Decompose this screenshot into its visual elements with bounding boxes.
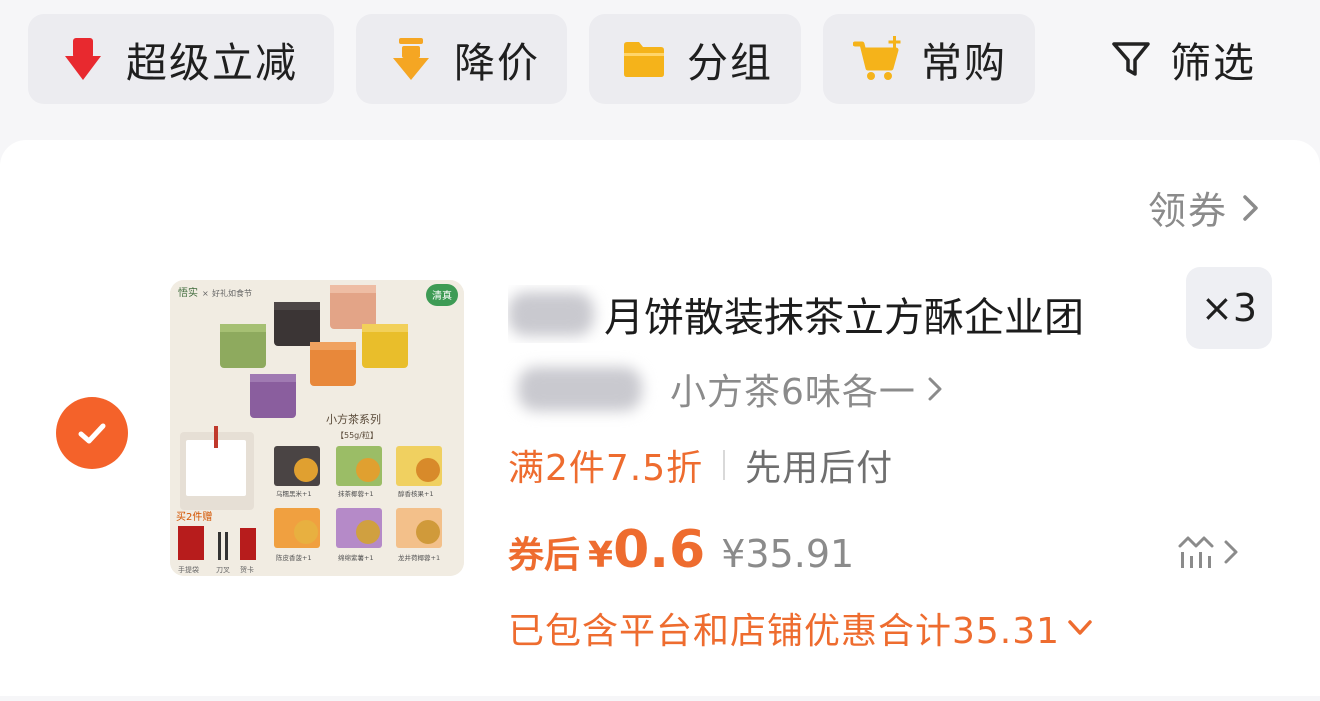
chevron-down-icon: [1068, 620, 1092, 635]
cart-plus-icon: [853, 34, 903, 84]
chip-label-group: 分组: [687, 39, 773, 87]
price-trend-icon: [1178, 536, 1214, 568]
redacted-brand: [508, 292, 594, 336]
svg-text:醇香核果+1: 醇香核果+1: [398, 489, 434, 498]
item-select-checkbox[interactable]: [56, 397, 128, 469]
original-price: ¥35.91: [721, 532, 855, 576]
group-chip[interactable]: 分组: [589, 14, 801, 104]
svg-text:悟实: 悟实: [178, 286, 198, 299]
price-drop-chip[interactable]: 降价: [356, 14, 567, 104]
final-price: 0.6: [613, 520, 706, 580]
funnel-icon: [1108, 36, 1154, 82]
filter-label: 筛选: [1170, 39, 1256, 87]
yellow-arrow-down-icon: [386, 34, 436, 84]
get-coupon-link[interactable]: 领券: [1148, 180, 1262, 235]
svg-text:好礼如食节: 好礼如食节: [212, 288, 252, 298]
folder-icon: [619, 34, 669, 84]
cart-item-card: 领券 悟实 × 好礼如食节 清真 小方茶系列 【55g/粒】 买2件赠 手提袋 …: [0, 140, 1320, 696]
svg-text:【55g/粒】: 【55g/粒】: [336, 430, 378, 440]
svg-text:手提袋: 手提袋: [178, 565, 199, 574]
redacted-sku-prefix: [518, 367, 642, 411]
sku-selector[interactable]: 小方茶6味各一: [518, 362, 946, 416]
svg-text:陈皮香菠+1: 陈皮香菠+1: [276, 553, 312, 562]
price-row: 券后 ¥ 0.6 ¥35.91: [508, 520, 854, 584]
quantity-badge[interactable]: ×3: [1186, 267, 1272, 349]
product-image[interactable]: 悟实 × 好礼如食节 清真 小方茶系列 【55g/粒】 买2件赠 手提袋 刀叉 …: [170, 280, 464, 576]
chevron-right-icon: [928, 377, 942, 401]
promo-row: 满2件7.5折 先用后付: [508, 438, 893, 492]
checkmark-icon: [78, 423, 106, 444]
chip-label-super: 超级立减: [126, 39, 298, 87]
svg-text:小方茶系列: 小方茶系列: [326, 412, 381, 426]
quantity-text: ×3: [1200, 286, 1258, 330]
frequent-buy-chip[interactable]: 常购: [823, 14, 1035, 104]
svg-text:×: ×: [202, 289, 209, 298]
chevron-right-icon: [1224, 540, 1238, 564]
savings-detail[interactable]: 已包含平台和店铺优惠合计35.31: [508, 600, 1094, 656]
product-title[interactable]: 月饼散装抹茶立方酥企业团: [508, 285, 1158, 343]
chip-label-often: 常购: [921, 39, 1007, 87]
coupon-after-label: 券后: [508, 535, 581, 576]
red-arrow-down-icon: [58, 34, 108, 84]
svg-text:清真: 清真: [432, 289, 452, 302]
divider: [723, 450, 726, 480]
currency-symbol: ¥: [588, 535, 614, 576]
svg-text:抹茶椰蓉+1: 抹茶椰蓉+1: [338, 489, 374, 498]
product-title-text: 月饼散装抹茶立方酥企业团: [604, 295, 1084, 341]
discount-tag: 满2件7.5折: [508, 448, 704, 489]
chip-label-price: 降价: [454, 39, 540, 87]
super-discount-chip[interactable]: 超级立减: [28, 14, 334, 104]
savings-text: 已包含平台和店铺优惠合计35.31: [508, 611, 1061, 652]
sku-text: 小方茶6味各一: [670, 372, 916, 413]
svg-text:贺卡: 贺卡: [240, 565, 254, 574]
mooncake-product-illustration: 悟实 × 好礼如食节 清真 小方茶系列 【55g/粒】 买2件赠 手提袋 刀叉 …: [170, 280, 464, 576]
pay-later-tag: 先用后付: [745, 448, 894, 489]
chevron-right-icon: [1243, 194, 1258, 221]
svg-text:乌糯黑米+1: 乌糯黑米+1: [276, 489, 312, 498]
svg-text:龙井荷椰蓉+1: 龙井荷椰蓉+1: [398, 553, 440, 562]
svg-text:绵绵紫薯+1: 绵绵紫薯+1: [338, 553, 374, 562]
get-coupon-label: 领券: [1147, 189, 1228, 233]
svg-text:买2件赠: 买2件赠: [176, 510, 212, 523]
svg-text:刀叉: 刀叉: [216, 566, 230, 574]
filter-button[interactable]: 筛选: [1108, 14, 1256, 104]
price-trend-button[interactable]: [1176, 532, 1242, 572]
